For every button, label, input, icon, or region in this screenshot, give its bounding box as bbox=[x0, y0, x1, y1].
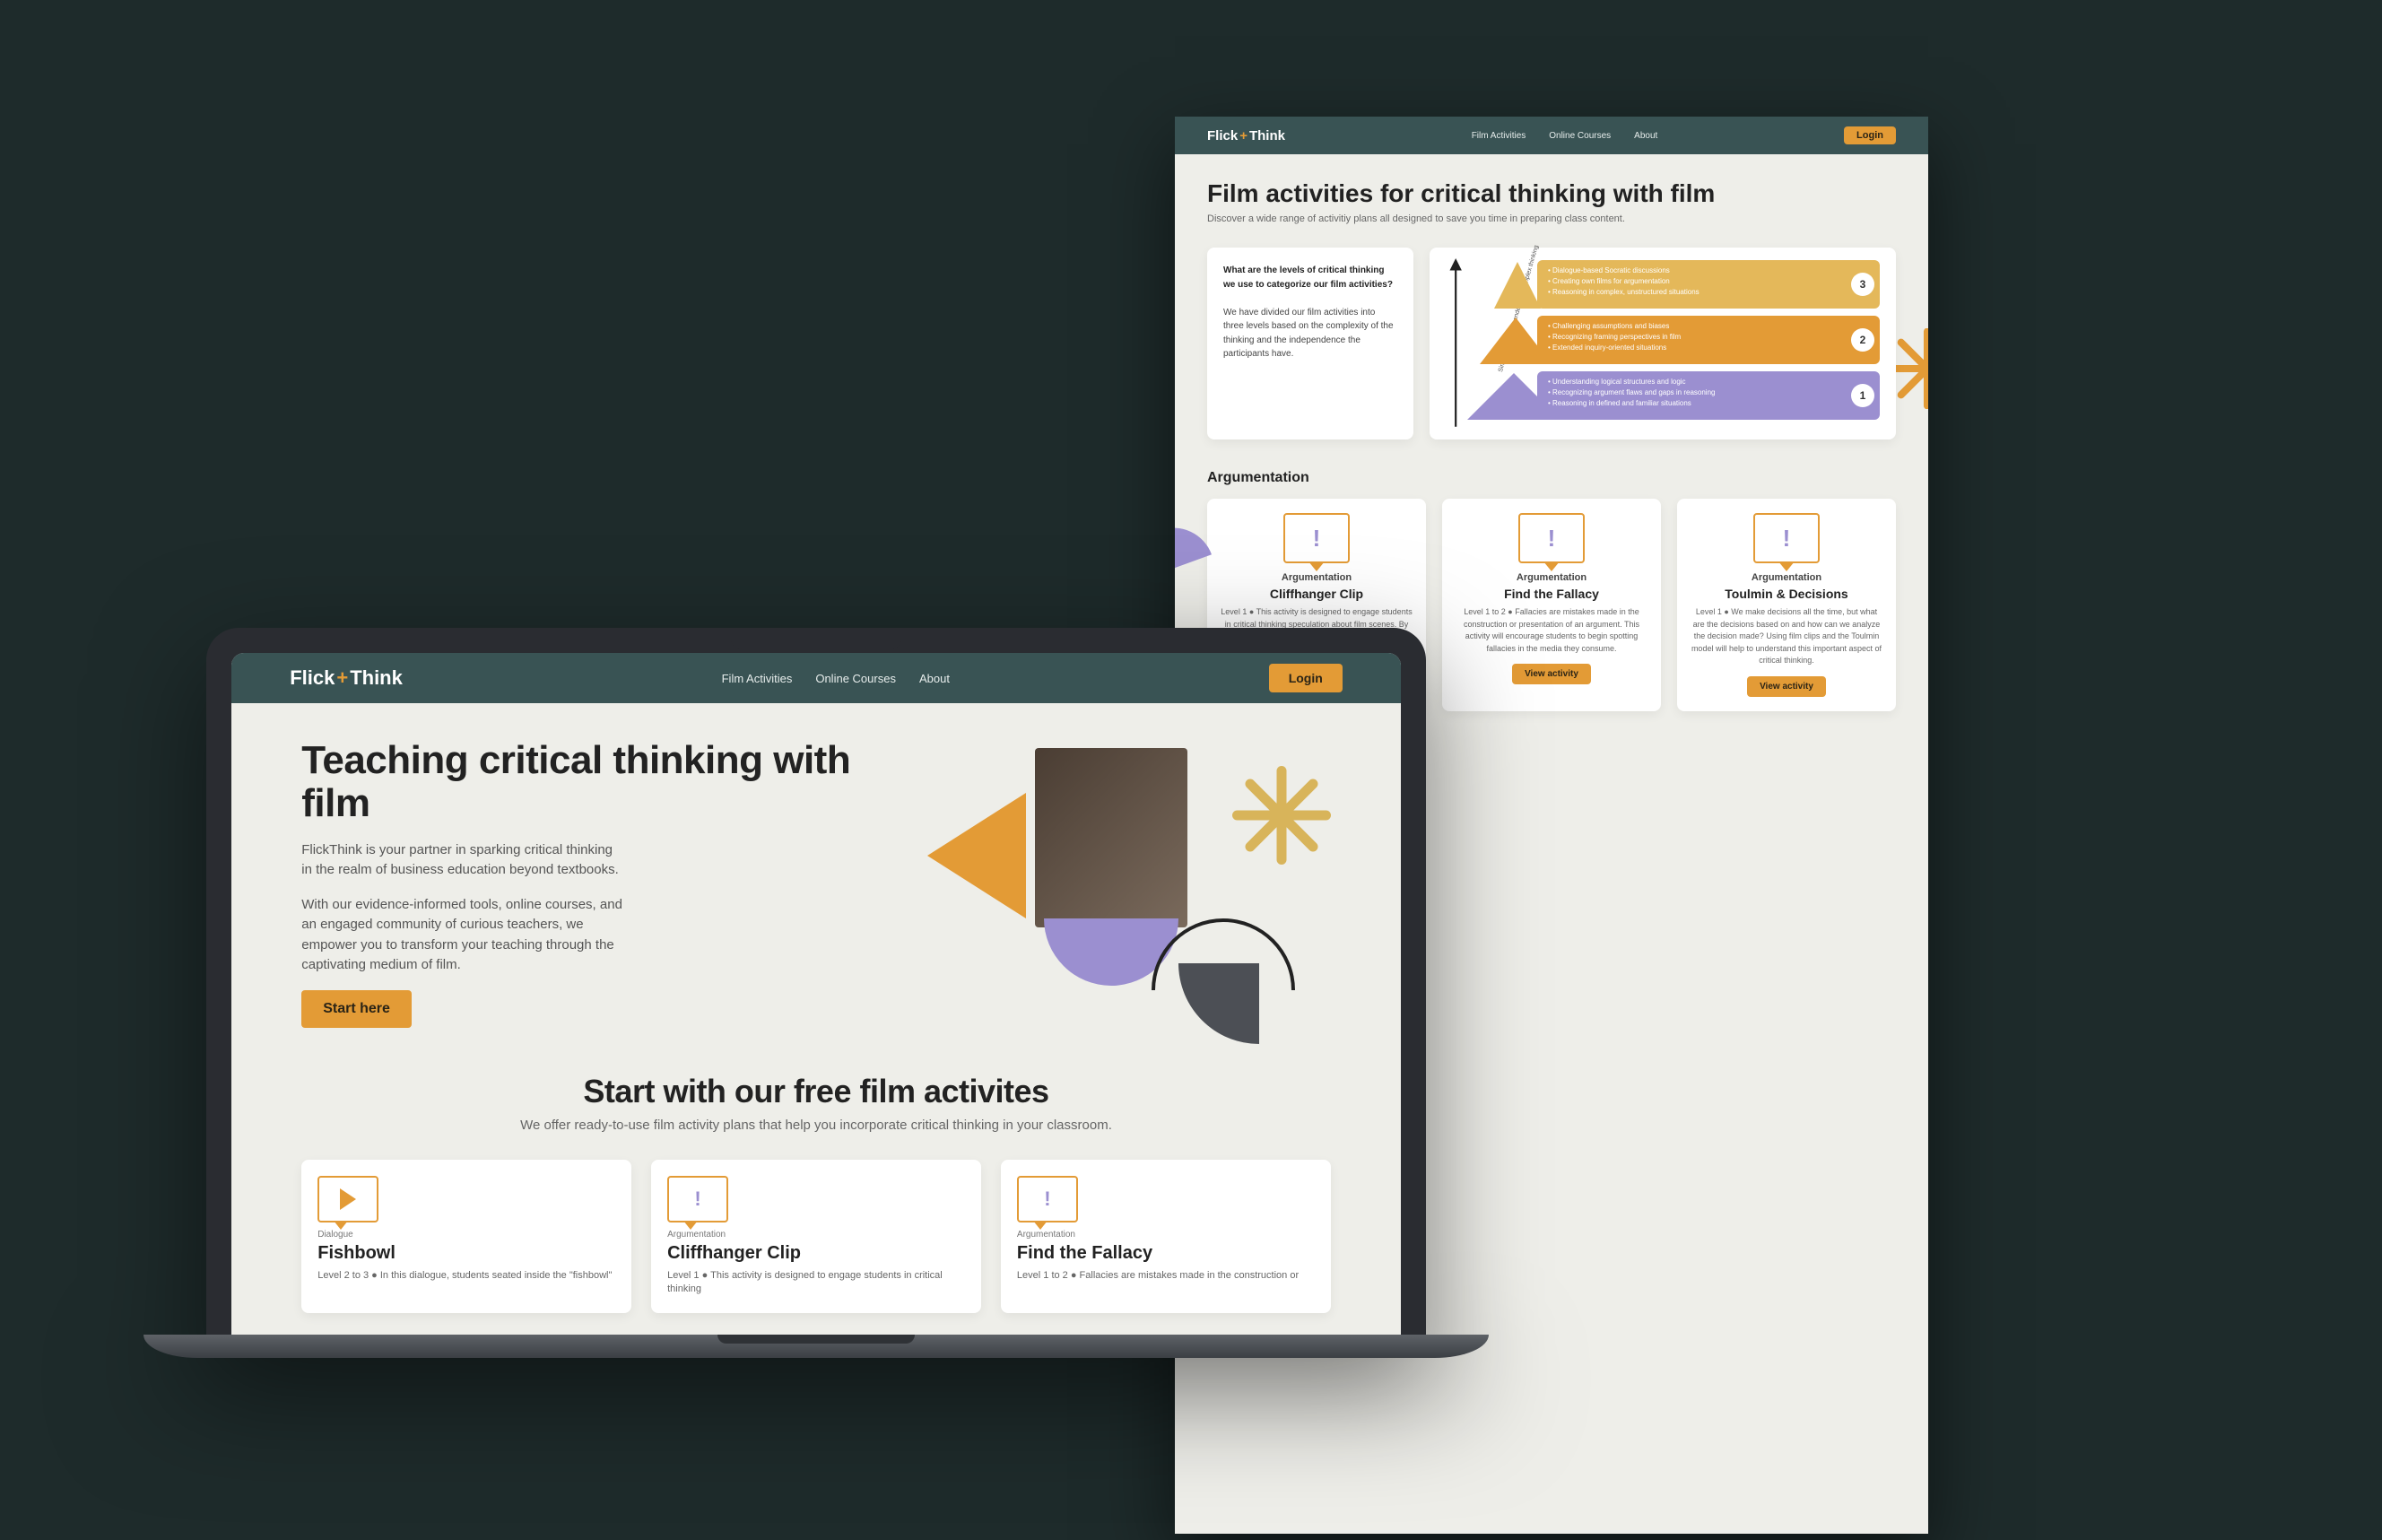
logo[interactable]: Flick+Think bbox=[290, 666, 403, 690]
card-title: Find the Fallacy bbox=[1017, 1243, 1315, 1264]
level-badge: 2 bbox=[1851, 328, 1874, 352]
card-tag: Argumentation bbox=[1690, 572, 1883, 583]
card-desc: Level 1 ● We make decisions all the time… bbox=[1690, 606, 1883, 667]
nav-about[interactable]: About bbox=[919, 672, 950, 685]
card-title: Cliffhanger Clip bbox=[1220, 587, 1413, 601]
section-argumentation: Argumentation bbox=[1207, 470, 1896, 486]
view-activity-button[interactable]: View activity bbox=[1512, 664, 1591, 684]
laptop-mockup: Flick+Think Film Activities Online Cours… bbox=[206, 628, 1426, 1358]
main-nav: Film Activities Online Courses About bbox=[722, 672, 950, 685]
login-button[interactable]: Login bbox=[1269, 664, 1343, 692]
hero-illustration bbox=[954, 739, 1331, 1026]
hero-paragraph-1: FlickThink is your partner in sparking c… bbox=[301, 840, 624, 881]
card-desc: Level 2 to 3 ● In this dialogue, student… bbox=[317, 1269, 615, 1283]
nav-about[interactable]: About bbox=[1634, 131, 1657, 141]
burst-icon bbox=[1232, 766, 1331, 865]
login-button[interactable]: Login bbox=[1844, 126, 1896, 144]
nav-online-courses[interactable]: Online Courses bbox=[815, 672, 896, 685]
activity-card[interactable]: Argumentation Find the Fallacy Level 1 t… bbox=[1001, 1160, 1331, 1313]
axis-arrow-icon: Simplicity vs. independency & complex th… bbox=[1446, 258, 1467, 429]
levels-explainer: What are the levels of critical thinking… bbox=[1207, 248, 1413, 439]
start-here-button[interactable]: Start here bbox=[301, 990, 412, 1028]
header: Flick+Think Film Activities Online Cours… bbox=[231, 653, 1401, 703]
card-title: Find the Fallacy bbox=[1455, 587, 1648, 601]
view-activity-button[interactable]: View activity bbox=[1747, 676, 1826, 697]
nav-film-activities[interactable]: Film Activities bbox=[1472, 131, 1526, 141]
hero-photo bbox=[1035, 748, 1187, 927]
activity-card[interactable]: Argumentation Cliffhanger Clip Level 1 ●… bbox=[651, 1160, 981, 1313]
card-title: Cliffhanger Clip bbox=[667, 1243, 965, 1264]
logo[interactable]: Flick+Think bbox=[1207, 128, 1285, 144]
hero-title: Teaching critical thinking with film bbox=[301, 739, 918, 826]
card-tag: Argumentation bbox=[667, 1230, 965, 1240]
header: Flick+Think Film Activities Online Cours… bbox=[1175, 117, 1928, 154]
nav-film-activities[interactable]: Film Activities bbox=[722, 672, 793, 685]
activity-card[interactable]: ! Argumentation Toulmin & Decisions Leve… bbox=[1677, 499, 1896, 711]
card-desc: Level 1 ● This activity is designed to e… bbox=[667, 1269, 965, 1297]
section-subtitle: We offer ready-to-use film activity plan… bbox=[301, 1118, 1331, 1133]
quarter-icon bbox=[1178, 963, 1259, 1044]
argumentation-icon bbox=[1017, 1176, 1078, 1222]
main-nav: Film Activities Online Courses About bbox=[1472, 131, 1658, 141]
dialogue-icon bbox=[317, 1176, 378, 1222]
level-badge: 3 bbox=[1851, 273, 1874, 296]
card-tag: Argumentation bbox=[1017, 1230, 1315, 1240]
section-title: Start with our free film activites bbox=[301, 1073, 1331, 1110]
card-title: Toulmin & Decisions bbox=[1690, 587, 1883, 601]
page-title: Film activities for critical thinking wi… bbox=[1207, 179, 1896, 208]
card-desc: Level 1 to 2 ● Fallacies are mistakes ma… bbox=[1017, 1269, 1315, 1283]
card-tag: Argumentation bbox=[1220, 572, 1413, 583]
page-subtitle: Discover a wide range of activitiy plans… bbox=[1207, 213, 1896, 224]
card-title: Fishbowl bbox=[317, 1243, 615, 1264]
hero-paragraph-2: With our evidence-informed tools, online… bbox=[301, 895, 624, 976]
activity-card[interactable]: ! Argumentation Find the Fallacy Level 1… bbox=[1442, 499, 1661, 711]
argumentation-icon: ! bbox=[1283, 513, 1350, 563]
levels-chart: Simplicity vs. independency & complex th… bbox=[1430, 248, 1896, 439]
argumentation-icon bbox=[667, 1176, 728, 1222]
card-tag: Argumentation bbox=[1455, 572, 1648, 583]
card-desc: Level 1 to 2 ● Fallacies are mistakes ma… bbox=[1455, 606, 1648, 655]
argumentation-icon: ! bbox=[1518, 513, 1585, 563]
activity-card[interactable]: Dialogue Fishbowl Level 2 to 3 ● In this… bbox=[301, 1160, 631, 1313]
card-tag: Dialogue bbox=[317, 1230, 615, 1240]
nav-online-courses[interactable]: Online Courses bbox=[1549, 131, 1611, 141]
triangle-icon bbox=[927, 793, 1026, 918]
level-badge: 1 bbox=[1851, 384, 1874, 407]
argumentation-icon: ! bbox=[1753, 513, 1820, 563]
